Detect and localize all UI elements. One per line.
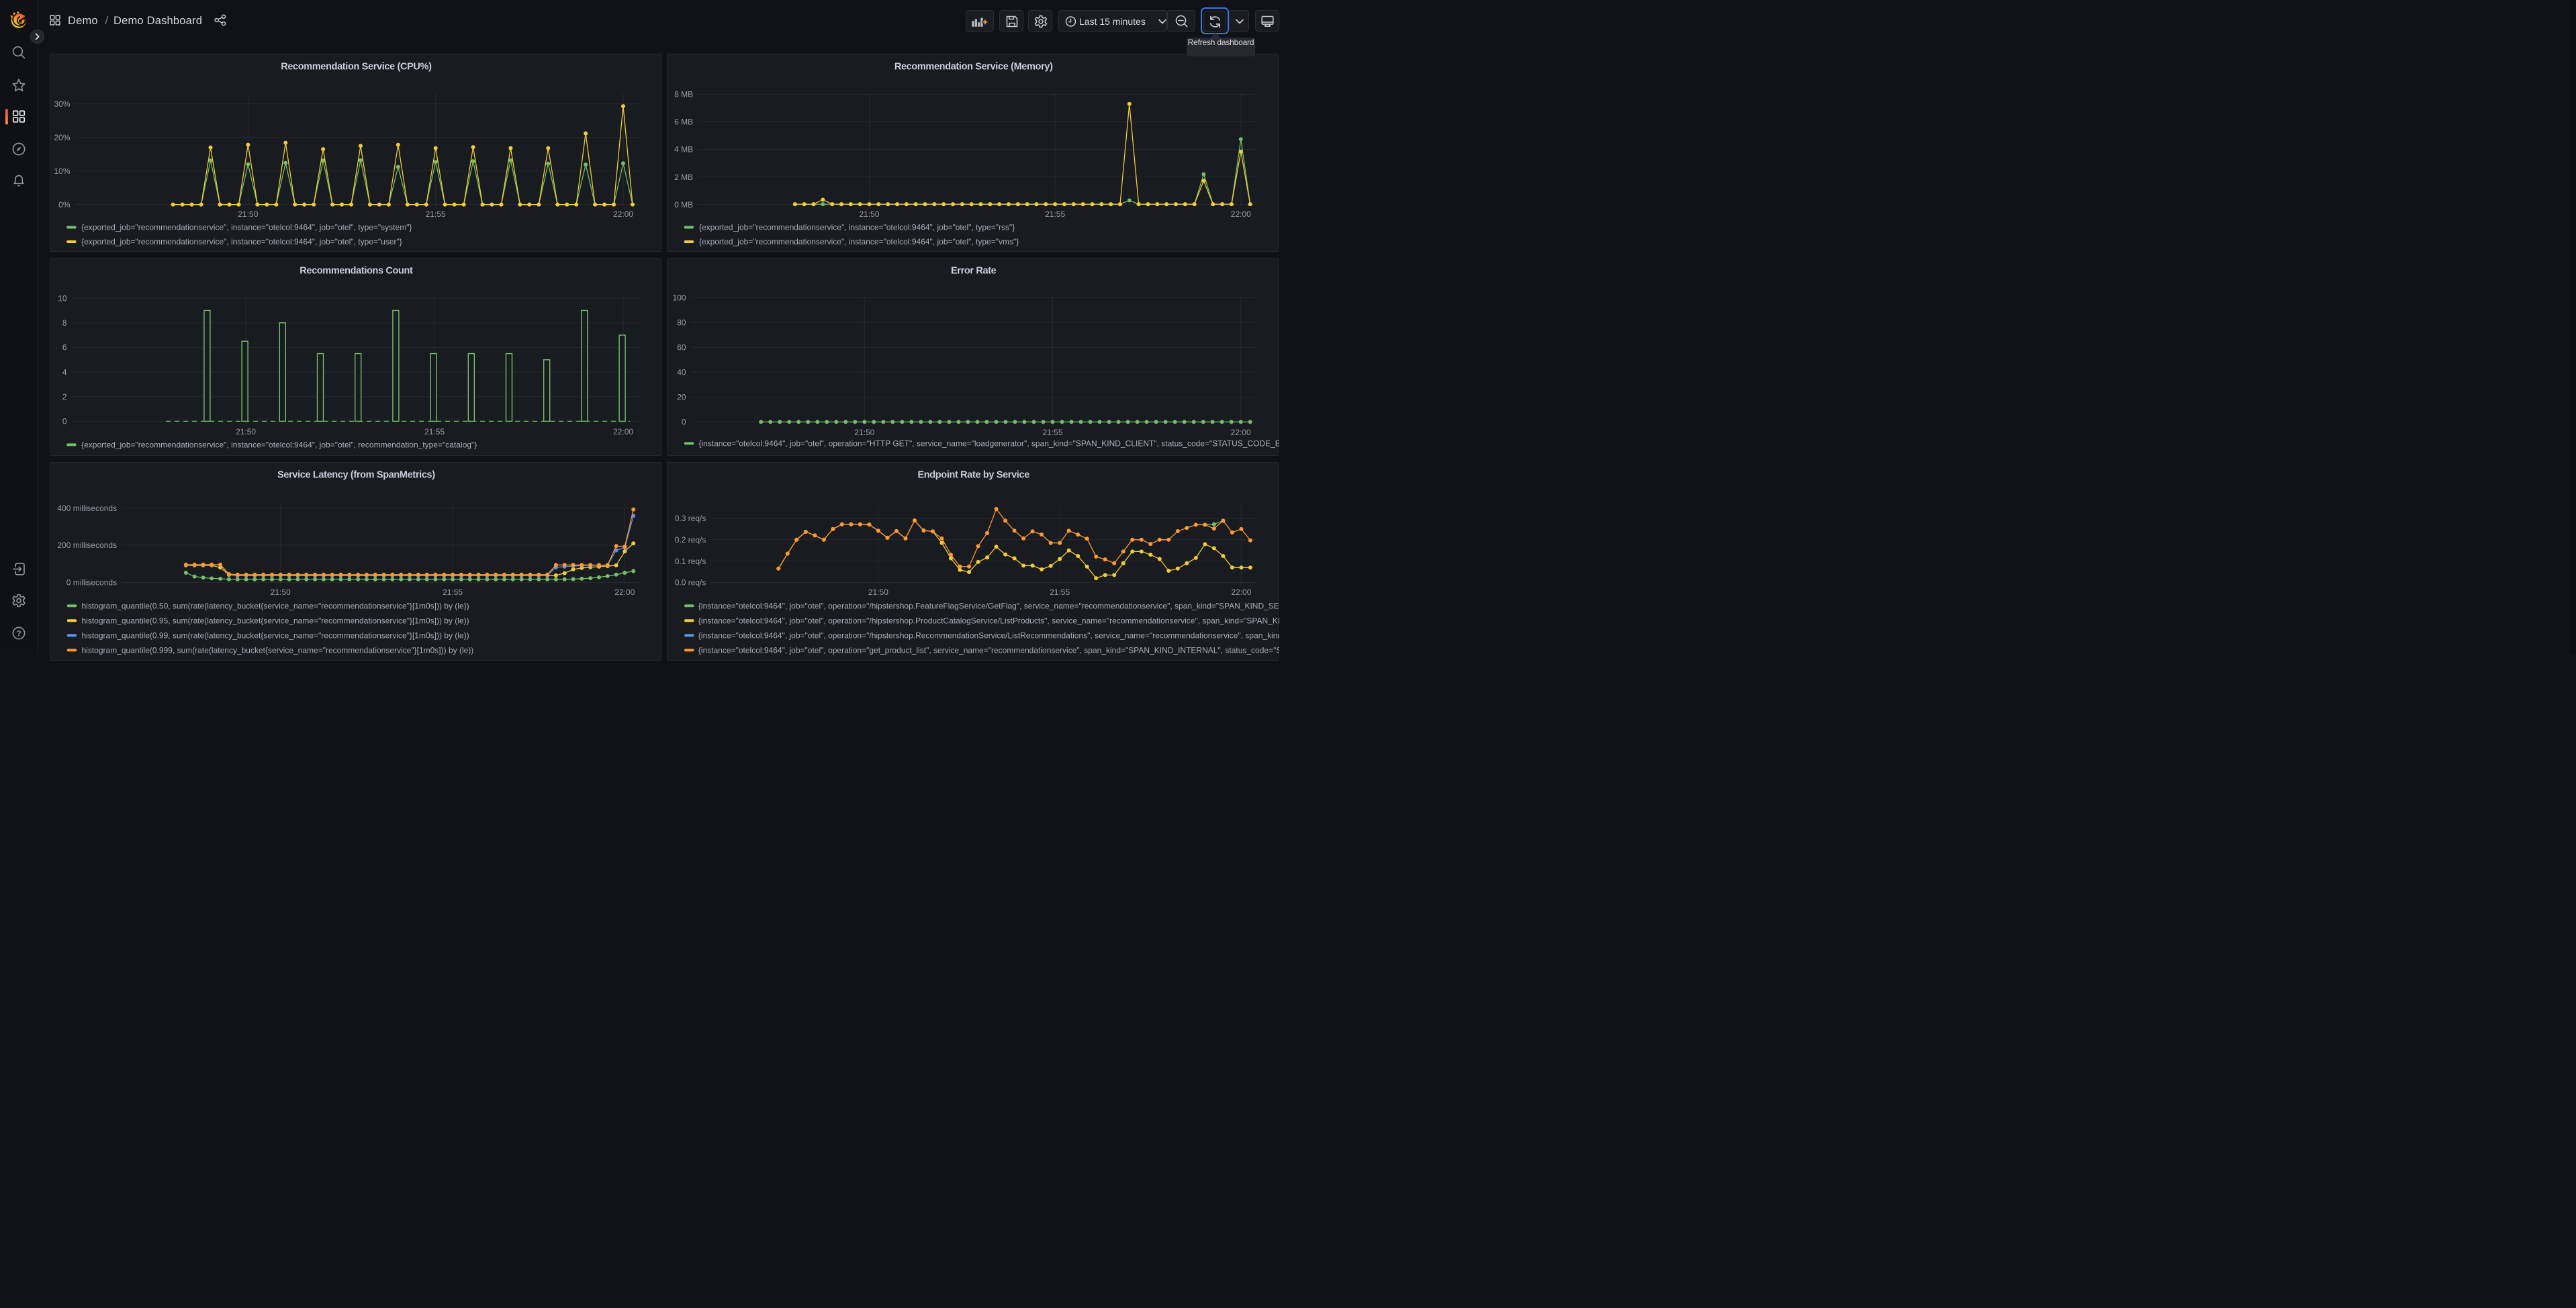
svg-text:21:55: 21:55 xyxy=(1043,428,1063,437)
svg-text:21:55: 21:55 xyxy=(1045,209,1065,219)
svg-text:{exported_job="recommendations: {exported_job="recommendationservice", i… xyxy=(699,237,1019,246)
svg-text:21:50: 21:50 xyxy=(238,209,258,219)
svg-text:Error Rate: Error Rate xyxy=(951,266,997,277)
svg-text:0: 0 xyxy=(62,417,67,426)
svg-text:21:50: 21:50 xyxy=(271,588,291,597)
svg-text:0.1 req/s: 0.1 req/s xyxy=(675,557,706,566)
svg-text:histogram_quantile(0.50, sum(r: histogram_quantile(0.50, sum(rate(latenc… xyxy=(81,602,469,611)
svg-text:0%: 0% xyxy=(58,200,71,209)
svg-text:21:50: 21:50 xyxy=(868,588,888,597)
svg-text:histogram_quantile(0.95, sum(r: histogram_quantile(0.95, sum(rate(latenc… xyxy=(81,616,469,626)
svg-text:{exported_job="recommendations: {exported_job="recommendationservice", i… xyxy=(81,237,402,246)
svg-text:Recommendation Service (CPU%): Recommendation Service (CPU%) xyxy=(281,62,432,73)
svg-text:22:00: 22:00 xyxy=(614,588,635,597)
svg-text:8 MB: 8 MB xyxy=(674,90,693,99)
svg-text:Last 15 minutes: Last 15 minutes xyxy=(1079,16,1146,27)
svg-text:Service Latency (from SpanMetr: Service Latency (from SpanMetrics) xyxy=(277,470,435,481)
svg-text:0.3 req/s: 0.3 req/s xyxy=(675,514,706,523)
svg-text:Endpoint Rate by Service: Endpoint Rate by Service xyxy=(918,470,1030,481)
svg-text:histogram_quantile(0.99, sum(r: histogram_quantile(0.99, sum(rate(latenc… xyxy=(81,631,469,641)
svg-text:21:55: 21:55 xyxy=(443,588,463,597)
svg-text:Recommendations Count: Recommendations Count xyxy=(300,266,413,277)
svg-text:{exported_job="recommendations: {exported_job="recommendationservice", i… xyxy=(81,223,412,232)
svg-text:40: 40 xyxy=(677,368,686,377)
svg-text:2: 2 xyxy=(62,392,67,402)
svg-text:6: 6 xyxy=(62,343,67,353)
svg-text:60: 60 xyxy=(677,342,686,352)
svg-text:21:55: 21:55 xyxy=(426,209,446,219)
svg-text:22:00: 22:00 xyxy=(613,209,633,219)
svg-text:22:00: 22:00 xyxy=(1231,428,1251,437)
svg-text:20: 20 xyxy=(677,393,686,402)
svg-text:Demo Dashboard: Demo Dashboard xyxy=(113,15,202,27)
svg-text:22:00: 22:00 xyxy=(1231,209,1251,219)
svg-text:8: 8 xyxy=(62,318,67,328)
svg-text:histogram_quantile(0.999, sum(: histogram_quantile(0.999, sum(rate(laten… xyxy=(81,646,473,655)
svg-text:4 MB: 4 MB xyxy=(674,145,693,154)
svg-text:{instance="otelcol:9464", job=: {instance="otelcol:9464", job="otel", op… xyxy=(698,439,1279,449)
svg-text:0.0 req/s: 0.0 req/s xyxy=(675,578,706,588)
svg-text:21:50: 21:50 xyxy=(236,427,256,436)
svg-text:21:55: 21:55 xyxy=(1050,588,1070,597)
svg-text:Recommendation Service (Memory: Recommendation Service (Memory) xyxy=(894,62,1053,73)
svg-text:22:00: 22:00 xyxy=(613,427,633,436)
svg-text:?: ? xyxy=(16,628,21,638)
svg-text:21:50: 21:50 xyxy=(854,428,874,437)
svg-text:{exported_job="recommendations: {exported_job="recommendationservice", i… xyxy=(699,223,1015,232)
svg-text:0 milliseconds: 0 milliseconds xyxy=(66,578,117,588)
svg-text:{instance="otelcol:9464", job=: {instance="otelcol:9464", job="otel", op… xyxy=(698,602,1279,611)
svg-text:21:55: 21:55 xyxy=(424,427,445,436)
svg-text:100: 100 xyxy=(673,293,686,302)
svg-text:400 milliseconds: 400 milliseconds xyxy=(57,504,117,513)
svg-text:20%: 20% xyxy=(54,133,70,142)
svg-text:0: 0 xyxy=(682,418,686,427)
svg-text:0 MB: 0 MB xyxy=(674,200,693,209)
svg-text:Demo: Demo xyxy=(68,15,98,27)
svg-text:10%: 10% xyxy=(54,167,70,176)
svg-text:4: 4 xyxy=(62,367,67,377)
svg-text:/: / xyxy=(105,15,109,27)
svg-text:6 MB: 6 MB xyxy=(674,118,693,127)
svg-text:200 milliseconds: 200 milliseconds xyxy=(57,541,117,550)
svg-text:{instance="otelcol:9464", job=: {instance="otelcol:9464", job="otel", op… xyxy=(698,616,1279,626)
svg-text:{instance="otelcol:9464", job=: {instance="otelcol:9464", job="otel", op… xyxy=(698,631,1279,641)
svg-text:{instance="otelcol:9464", job=: {instance="otelcol:9464", job="otel", op… xyxy=(698,646,1279,655)
svg-text:{exported_job="recommendations: {exported_job="recommendationservice", i… xyxy=(81,440,477,450)
svg-text:2 MB: 2 MB xyxy=(674,173,693,182)
svg-text:80: 80 xyxy=(677,318,686,327)
svg-text:30%: 30% xyxy=(54,99,70,109)
svg-text:22:00: 22:00 xyxy=(1231,588,1251,597)
svg-text:10: 10 xyxy=(58,293,67,303)
svg-text:21:50: 21:50 xyxy=(860,209,880,219)
svg-text:0.2 req/s: 0.2 req/s xyxy=(675,535,706,545)
